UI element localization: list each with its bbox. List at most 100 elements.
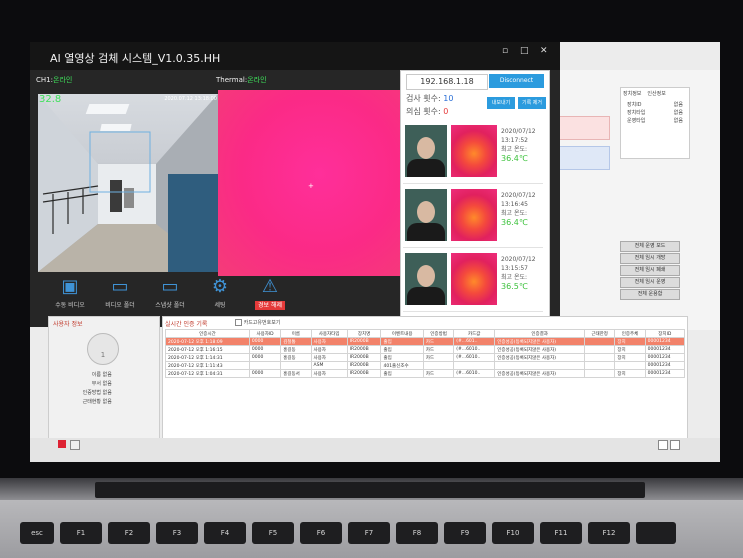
record-time: 13:16:45 <box>501 201 528 208</box>
tab-auth-info[interactable]: 인산정보 <box>647 90 665 97</box>
side-button[interactable]: 전체 운용함 <box>620 289 680 300</box>
warning-icon: ⚠ <box>261 276 279 297</box>
table-row[interactable]: 2020-07-12 오후 1:18:09 0000 김철통 사용자 IR2000B 출입… <box>165 337 686 346</box>
card-number-toggle[interactable]: 카드고유번호보기 <box>235 319 280 326</box>
record-date: 2020/07/12 <box>501 128 536 135</box>
detection-record[interactable]: 2020/07/12 13:17:52 최고 온도: 36.4℃ <box>403 121 543 184</box>
keyboard-key[interactable]: esc <box>20 522 54 544</box>
avatar: 1 <box>87 333 119 365</box>
rgb-camera-view[interactable]: 32.8 2020.07.12 13:18:00 <box>38 94 218 272</box>
thermal-label: Thermal: <box>216 76 248 84</box>
minimize-button[interactable]: ▫ <box>502 46 508 56</box>
settings-button[interactable]: ⚙ 세팅 <box>192 274 248 318</box>
gear-icon: ⚙ <box>211 276 229 297</box>
keyboard-key[interactable]: F4 <box>204 522 246 544</box>
user-icon[interactable] <box>58 440 66 448</box>
close-button[interactable]: ✕ <box>540 46 548 56</box>
column-header[interactable]: 사용자타입 <box>310 329 348 338</box>
toolbar-label: 세팅 <box>214 302 226 309</box>
column-header[interactable]: 인증결과 <box>494 329 585 338</box>
manual-video-button[interactable]: ▣ 수동 비디오 <box>42 274 98 318</box>
record-date: 2020/07/12 <box>501 256 536 263</box>
maximize-button[interactable]: □ <box>520 46 529 56</box>
table-cell: 0000 <box>248 337 282 346</box>
table-cell: 인증성공(등록되지않은 사용자) <box>494 353 585 362</box>
column-header[interactable]: 인증시간 <box>165 329 250 338</box>
keyboard-key[interactable]: F5 <box>252 522 294 544</box>
table-cell: 2020-07-12 오후 1:18:09 <box>165 337 250 346</box>
checkbox[interactable] <box>235 319 242 326</box>
keyboard-key[interactable]: F3 <box>156 522 198 544</box>
record-temp: 36.4℃ <box>501 218 528 227</box>
record-time: 13:17:52 <box>501 137 528 144</box>
export-button[interactable]: 내보내기 <box>487 97 515 109</box>
keyboard-key[interactable] <box>636 522 676 544</box>
field-value: 없음 <box>102 399 112 405</box>
table-cell: 사용자 <box>310 353 348 362</box>
table-cell: 홍길동 <box>280 345 312 354</box>
filter-icon[interactable] <box>70 440 80 450</box>
keyboard-key[interactable]: F1 <box>60 522 102 544</box>
video-folder-button[interactable]: ▭ 비디오 폴더 <box>92 274 148 318</box>
table-cell: 00001234 <box>644 353 686 362</box>
disconnect-button[interactable]: Disconnect <box>489 74 544 88</box>
table-cell: 장치 <box>614 369 646 378</box>
column-header[interactable]: 이벤트내용 <box>380 329 424 338</box>
field-value: 없음 <box>102 381 112 387</box>
suspect-count: 0 <box>443 107 449 116</box>
folder-icon: ▭ <box>111 276 129 297</box>
table-cell: IR2000B <box>346 345 382 354</box>
thermal-snapshot <box>451 253 497 305</box>
table-cell: 사용자 <box>310 369 348 378</box>
table-row[interactable]: 2020-07-12 오후 1:04:31 0000 홍길동서 사용자 IR2000B 출… <box>165 369 686 378</box>
table-cell: 2020-07-12 오후 1:14:31 <box>165 353 250 362</box>
table-cell: 장치 <box>614 345 646 354</box>
keyboard-key[interactable]: F9 <box>444 522 486 544</box>
column-header[interactable]: 장치명 <box>346 329 382 338</box>
side-button[interactable]: 전체 임시 운영 <box>620 277 680 288</box>
keyboard-key[interactable]: F2 <box>108 522 150 544</box>
toolbar-label: 스냅샷 폴더 <box>155 302 185 309</box>
side-button[interactable]: 전체 임시 폐쇄 <box>620 265 680 276</box>
side-button[interactable]: 전체 임시 개방 <box>620 253 680 264</box>
table-row[interactable]: 2020-07-12 오후 1:14:31 0000 홍길동 사용자 IR2000B 출입… <box>165 353 686 362</box>
corridor-scene <box>38 94 218 272</box>
layout-icon[interactable] <box>658 440 668 450</box>
side-button[interactable]: 전체 운영 모드 <box>620 241 680 252</box>
temp-overlay: 32.8 <box>39 94 62 105</box>
column-header[interactable]: 카드값 <box>453 329 496 338</box>
field-key: 인증방법 <box>82 390 101 396</box>
table-cell: (#...6010.. <box>453 369 496 378</box>
thermal-snapshot <box>451 125 497 177</box>
keyboard-key[interactable]: F12 <box>588 522 630 544</box>
table-cell <box>494 361 585 370</box>
tab-device-info[interactable]: 장치정보 <box>623 90 641 97</box>
table-cell <box>248 361 282 370</box>
detection-record[interactable]: 2020/07/12 13:16:45 최고 온도: 36.4℃ <box>403 185 543 248</box>
keyboard-key[interactable]: F11 <box>540 522 582 544</box>
column-header[interactable]: 이름 <box>280 329 312 338</box>
thermal-camera-view[interactable]: + <box>218 90 403 276</box>
snapshot-folder-button[interactable]: ▭ 스냅샷 폴더 <box>142 274 198 318</box>
column-header[interactable]: 근태한정 <box>583 329 616 338</box>
table-cell: 2020-07-12 오후 1:16:15 <box>165 345 250 354</box>
table-row[interactable]: 2020-07-12 오후 1:16:15 0000 홍길동 사용자 IR2000B 출입… <box>165 345 686 354</box>
keyboard-key[interactable]: F10 <box>492 522 534 544</box>
keyboard-key[interactable]: F8 <box>396 522 438 544</box>
layout-icon[interactable] <box>670 440 680 450</box>
column-header[interactable]: 장치ID <box>644 329 686 338</box>
table-row[interactable]: 2020-07-12 오후 1:11:43 ASM IR2000B 401출신조수 00… <box>165 361 686 370</box>
keyboard-key[interactable]: F7 <box>348 522 390 544</box>
keyboard-key[interactable]: F6 <box>300 522 342 544</box>
title-bar: AI 열영상 검체 시스템_V1.0.35.HH ▫ □ ✕ <box>30 42 560 70</box>
table-cell: ASM <box>310 361 348 370</box>
column-header[interactable]: 사용자ID <box>248 329 282 338</box>
detection-record[interactable]: 2020/07/12 13:15:57 최고 온도: 36.5℃ <box>403 249 543 312</box>
column-header[interactable]: 인증주체 <box>614 329 646 338</box>
column-header[interactable]: 인증방법 <box>422 329 455 338</box>
ch1-status: 온라인 <box>52 76 73 84</box>
table-cell: IR2000B <box>346 369 382 378</box>
alarm-release-button[interactable]: ⚠ 경보 해제 <box>242 274 298 318</box>
ip-address-field[interactable]: 192.168.1.18 <box>406 74 488 90</box>
clear-records-button[interactable]: 기록 제거 <box>518 97 546 109</box>
